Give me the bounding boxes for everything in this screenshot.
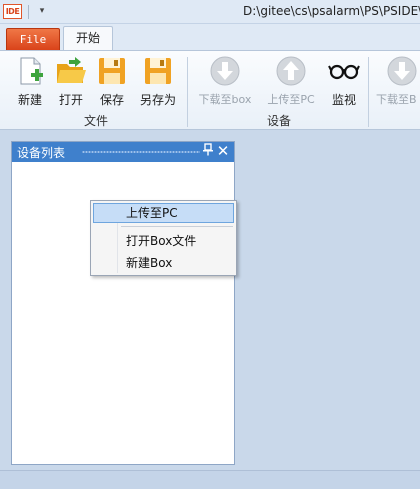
download-to-box-button-2[interactable]: 下载至B <box>376 55 420 111</box>
menu-item-new-box[interactable]: 新建Box <box>93 253 234 273</box>
status-bar <box>0 470 420 489</box>
menu-item-open-box-file[interactable]: 打开Box文件 <box>93 231 234 251</box>
quick-access-dropdown-icon[interactable]: ▾ <box>34 3 50 19</box>
new-button-label: 新建 <box>17 93 42 107</box>
menu-separator <box>121 226 233 227</box>
download-to-box-button[interactable]: 下载至box <box>194 55 256 111</box>
new-file-icon <box>20 57 43 85</box>
monitor-button[interactable]: 监视 <box>324 55 364 111</box>
context-menu: 上传至PC 打开Box文件 新建Box <box>90 200 237 276</box>
tab-file[interactable]: File <box>6 28 60 50</box>
panel-header: 设备列表 ✕ <box>12 142 234 162</box>
window-title: D:\gitee\cs\psalarm\PS\PSIDE\ <box>243 4 420 18</box>
pin-icon[interactable] <box>201 143 215 160</box>
open-button-label: 打开 <box>58 93 83 107</box>
title-separator <box>28 5 29 19</box>
panel-title: 设备列表 <box>17 146 66 160</box>
monitor-button-label: 监视 <box>331 93 356 107</box>
ribbon-tab-row: File 开始 <box>0 24 420 51</box>
group-label-device: 设备 <box>266 114 291 128</box>
group-label-file: 文件 <box>83 114 108 128</box>
group-separator <box>368 57 369 127</box>
save-as-button[interactable]: 另存为 <box>134 55 182 111</box>
menu-item-upload-to-pc[interactable]: 上传至PC <box>93 203 234 223</box>
group-separator <box>187 57 188 127</box>
panel-drag-grip[interactable] <box>82 150 200 154</box>
download-icon <box>387 56 417 86</box>
open-button[interactable]: 打开 <box>52 55 90 111</box>
open-folder-icon <box>57 57 86 83</box>
save-button[interactable]: 保存 <box>92 55 132 111</box>
save-button-label: 保存 <box>99 93 124 107</box>
save-as-icon <box>145 58 171 84</box>
tab-home[interactable]: 开始 <box>63 26 113 51</box>
upload-icon <box>276 56 306 86</box>
app-logo-icon[interactable]: IDE <box>3 4 22 19</box>
upload-to-pc-label: 上传至PC <box>267 93 315 106</box>
upload-to-pc-button[interactable]: 上传至PC <box>262 55 320 111</box>
ribbon: 新建 打开 保存 另存为 文件 下载至box 上传至PC 监视 设备 下载至B <box>0 50 420 130</box>
glasses-icon <box>328 64 360 80</box>
close-icon[interactable]: ✕ <box>216 143 230 160</box>
title-bar: IDE ▾ D:\gitee\cs\psalarm\PS\PSIDE\ <box>0 0 420 24</box>
download-icon <box>210 56 240 86</box>
pin-shape <box>203 143 213 156</box>
save-as-button-label: 另存为 <box>139 93 176 107</box>
download-to-box-label: 下载至box <box>198 93 252 106</box>
new-button[interactable]: 新建 <box>8 55 52 111</box>
download-to-box-label-2: 下载至B <box>376 93 417 106</box>
device-list-panel: 设备列表 ✕ <box>11 141 235 465</box>
save-icon <box>99 58 125 84</box>
